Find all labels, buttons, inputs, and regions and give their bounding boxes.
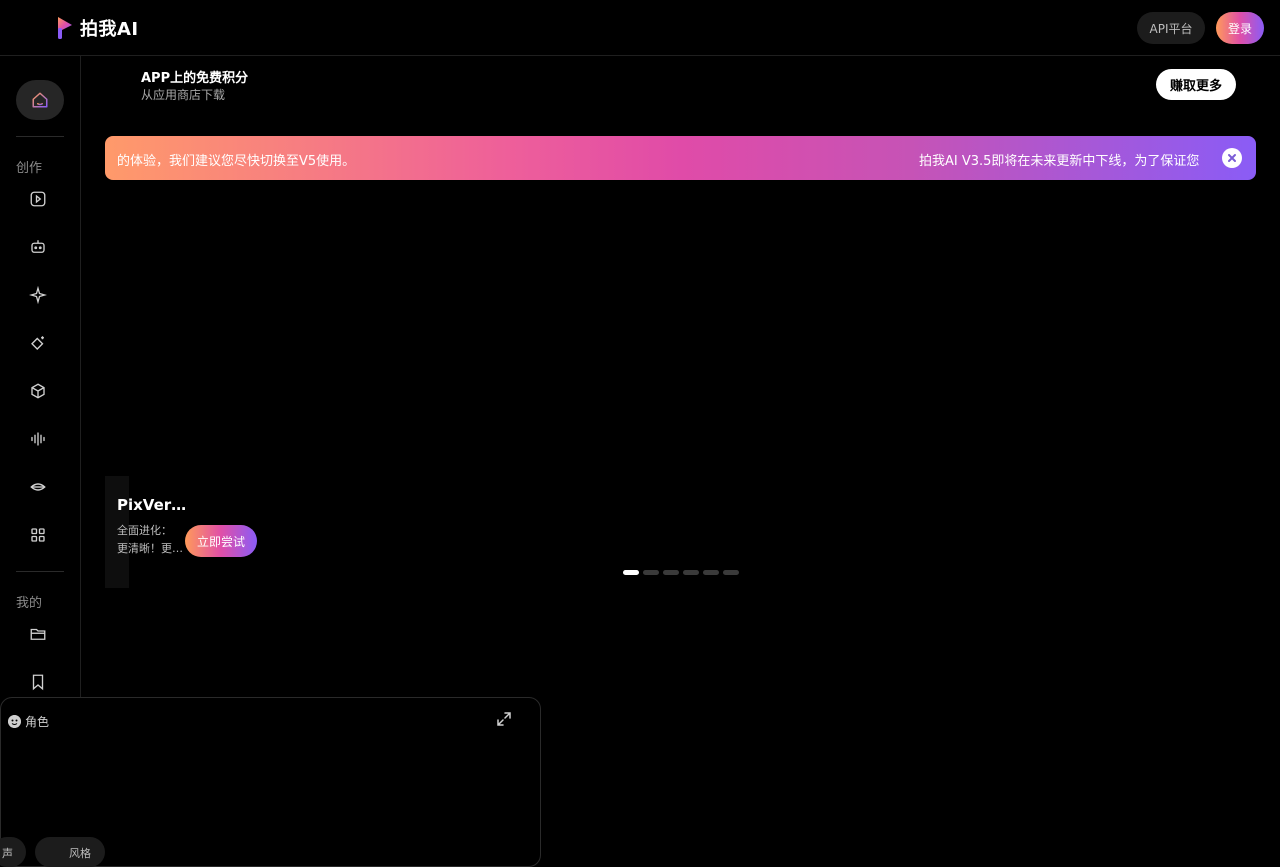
style-chip[interactable]: 风格 <box>35 837 105 867</box>
sidebar-item-saved[interactable] <box>26 670 50 694</box>
sidebar-item-edit[interactable] <box>26 331 50 355</box>
sidebar-item-3d[interactable] <box>26 379 50 403</box>
banner-text-scroll-left: 的体验，我们建议您尽快切换至V5使用。 <box>117 154 356 169</box>
banner-close-button[interactable] <box>1222 148 1242 168</box>
sidebar-item-agent[interactable] <box>26 235 50 259</box>
logo-mark-icon <box>58 17 72 39</box>
bookmark-icon <box>32 674 44 691</box>
cube-icon <box>31 383 45 399</box>
face-icon <box>8 715 21 728</box>
carousel-desc-line2: 更清晰！更… <box>117 542 183 555</box>
section-label-create: 创作 <box>16 161 43 176</box>
notice-banner: 的体验，我们建议您尽快切换至V5使用。 拍我AI V3.5即将在未来更新中下线，… <box>105 136 1256 180</box>
robot-icon <box>31 240 45 253</box>
carousel-title: PixVer… <box>117 496 187 514</box>
lips-icon <box>30 483 46 491</box>
folder-icon <box>30 628 46 640</box>
section-label-mine: 我的 <box>16 596 43 611</box>
sidebar-item-assets[interactable] <box>26 622 50 646</box>
carousel-dot[interactable] <box>703 570 719 575</box>
earn-more-button[interactable]: 赚取更多 <box>1156 69 1236 100</box>
carousel-desc-line1: 全面进化： <box>117 524 172 537</box>
sidebar-item-video[interactable] <box>26 187 50 211</box>
carousel-dot[interactable] <box>623 570 639 575</box>
logo-text: 拍我AI <box>80 19 139 40</box>
sidebar-item-home[interactable] <box>16 80 64 120</box>
login-button[interactable]: 登录 <box>1216 12 1264 44</box>
promo-title: APP上的免费积分 <box>141 71 249 86</box>
carousel-dot[interactable] <box>723 570 739 575</box>
grid-icon <box>31 528 45 542</box>
logo[interactable]: 拍我AI <box>56 15 139 41</box>
promo-subtitle: 从应用商店下载 <box>141 88 226 102</box>
sidebar-item-audio[interactable] <box>26 427 50 451</box>
sidebar-item-more[interactable] <box>26 523 50 547</box>
sparkle-icon <box>29 286 47 304</box>
video-add-icon <box>30 191 46 207</box>
sidebar-item-effects[interactable] <box>26 283 50 307</box>
role-selector[interactable]: 角色 <box>8 713 49 730</box>
role-label: 角色 <box>25 715 50 729</box>
carousel-dot[interactable] <box>683 570 699 575</box>
try-now-button[interactable]: 立即尝试 <box>185 525 257 557</box>
carousel-pagination <box>623 570 739 575</box>
magic-eraser-icon <box>31 336 44 350</box>
carousel-dot[interactable] <box>663 570 679 575</box>
home-icon <box>32 92 48 108</box>
expand-icon[interactable] <box>497 712 511 726</box>
sidebar-divider <box>16 136 64 137</box>
carousel-dot[interactable] <box>643 570 659 575</box>
close-icon <box>1228 154 1236 162</box>
sidebar-item-lipsync[interactable] <box>26 475 50 499</box>
api-platform-button[interactable]: API平台 <box>1137 12 1205 44</box>
banner-text-scroll-right: 拍我AI V3.5即将在未来更新中下线，为了保证您 <box>919 154 1200 169</box>
top-header: 拍我AI API平台 登录 <box>0 0 1280 56</box>
sidebar-divider <box>16 571 64 572</box>
audio-wave-icon <box>31 432 45 446</box>
